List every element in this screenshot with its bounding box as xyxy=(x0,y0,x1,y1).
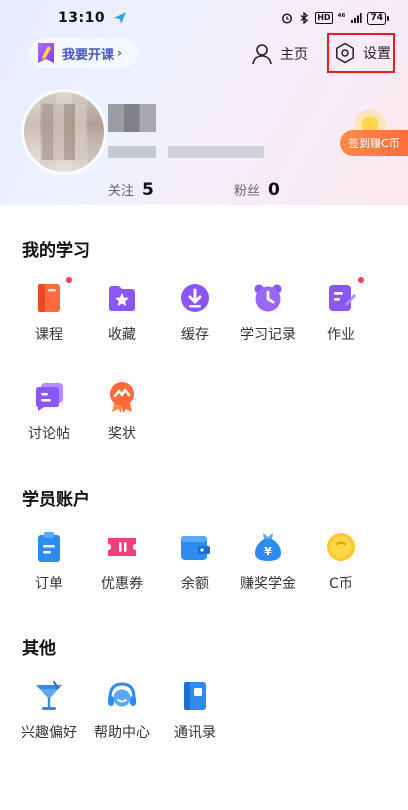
cocktail-icon xyxy=(36,681,62,710)
course-book-icon xyxy=(38,284,60,312)
notification-dot xyxy=(358,277,364,283)
status-time: 13:10 xyxy=(58,10,106,26)
grid-item-label: 优惠券 xyxy=(101,576,143,592)
star-folder-icon xyxy=(109,286,135,311)
grid-item-label: 订单 xyxy=(35,576,63,592)
start-teaching-label: 我要开课 xyxy=(62,47,115,63)
alarm-clock-icon xyxy=(254,284,282,312)
fans-stat[interactable]: 粉丝 0 xyxy=(234,180,280,200)
coin-icon xyxy=(327,533,355,561)
username-blurred xyxy=(108,104,156,132)
grid-item-label: 余额 xyxy=(181,576,209,592)
avatar[interactable] xyxy=(24,92,104,172)
grid-item-label: 学习记录 xyxy=(240,327,296,343)
grid-item-label: 奖状 xyxy=(108,426,136,442)
grid-item-label: 帮助中心 xyxy=(94,725,150,741)
following-stat[interactable]: 关注 5 xyxy=(108,180,154,200)
bluetooth-icon xyxy=(300,12,309,24)
start-teaching-button[interactable]: 我要开课 › xyxy=(30,38,138,68)
grid-item-label: 作业 xyxy=(327,327,355,343)
section-title-student-account: 学员账户 xyxy=(22,490,90,510)
grid-item-label: 收藏 xyxy=(108,327,136,343)
home-link[interactable]: 主页 xyxy=(250,40,308,68)
signal-strength-icon xyxy=(351,13,363,23)
checkin-widget[interactable]: 签到赚C币 xyxy=(336,108,408,170)
contacts-book-icon xyxy=(184,682,206,710)
fans-label: 粉丝 xyxy=(234,184,261,199)
pencil-badge-icon xyxy=(38,43,54,63)
following-count: 5 xyxy=(142,180,154,200)
user-info-blurred xyxy=(108,146,156,158)
grid-item-scholarship[interactable]: ¥ 赚奖学金 xyxy=(233,530,303,593)
home-label: 主页 xyxy=(280,47,308,63)
grid-item-study-record[interactable]: 学习记录 xyxy=(233,281,303,344)
grid-item-orders[interactable]: 订单 xyxy=(14,530,84,593)
grid-item-cache[interactable]: 缓存 xyxy=(160,281,230,344)
fans-count: 0 xyxy=(268,180,280,200)
user-info-blurred-2 xyxy=(168,146,264,158)
alarm-icon xyxy=(282,13,293,24)
section-title-others: 其他 xyxy=(22,639,56,659)
grid-item-course[interactable]: 课程 xyxy=(14,277,84,344)
grid-item-label: 兴趣偏好 xyxy=(21,725,77,741)
battery-indicator: 74 xyxy=(367,11,389,25)
clipboard-icon xyxy=(38,532,60,562)
grid-item-label: 通讯录 xyxy=(174,725,216,741)
hd-badge: HD xyxy=(315,12,333,24)
grid-item-balance[interactable]: 余额 xyxy=(160,530,230,593)
following-label: 关注 xyxy=(108,184,135,199)
section-title-my-learning: 我的学习 xyxy=(22,241,90,261)
status-bar: 13:10 HD ⁴⁶ 74 xyxy=(0,0,408,36)
homework-icon xyxy=(329,285,356,311)
grid-item-help-center[interactable]: 帮助中心 xyxy=(87,679,157,742)
svg-text:¥: ¥ xyxy=(264,545,272,558)
download-icon xyxy=(181,284,209,312)
grid-item-discussion[interactable]: 讨论帖 xyxy=(14,380,84,443)
checkin-button[interactable]: 签到赚C币 xyxy=(340,130,408,156)
status-icons: HD ⁴⁶ 74 xyxy=(281,11,389,25)
grid-item-label: C币 xyxy=(329,576,353,592)
grid-item-label: 讨论帖 xyxy=(28,426,70,442)
medal-icon xyxy=(110,382,134,413)
coupon-icon xyxy=(108,538,136,556)
headset-icon xyxy=(108,682,136,707)
grid-item-label: 缓存 xyxy=(181,327,209,343)
chevron-right-icon: › xyxy=(117,46,122,60)
settings-label: 设置 xyxy=(363,46,391,62)
navigation-arrow-icon xyxy=(114,12,127,24)
grid-item-c-coins[interactable]: C币 xyxy=(306,530,376,593)
person-icon xyxy=(252,44,272,65)
grid-item-homework[interactable]: 作业 xyxy=(306,277,376,344)
grid-item-favorites[interactable]: 收藏 xyxy=(87,281,157,344)
grid-item-certificate[interactable]: 奖状 xyxy=(87,380,157,443)
grid-item-coupons[interactable]: 优惠券 xyxy=(87,530,157,593)
grid-item-label: 课程 xyxy=(35,327,63,343)
settings-button[interactable]: 设置 xyxy=(327,33,395,73)
network-type: ⁴⁶ xyxy=(337,13,346,23)
wallet-icon xyxy=(181,536,210,560)
gear-icon xyxy=(336,42,354,64)
grid-item-interests[interactable]: 兴趣偏好 xyxy=(14,679,84,742)
chat-bubble-icon xyxy=(36,383,63,411)
grid-item-label: 赚奖学金 xyxy=(240,576,296,592)
notification-dot xyxy=(66,277,72,283)
grid-item-contacts[interactable]: 通讯录 xyxy=(160,679,230,742)
money-bag-icon: ¥ xyxy=(255,533,281,561)
